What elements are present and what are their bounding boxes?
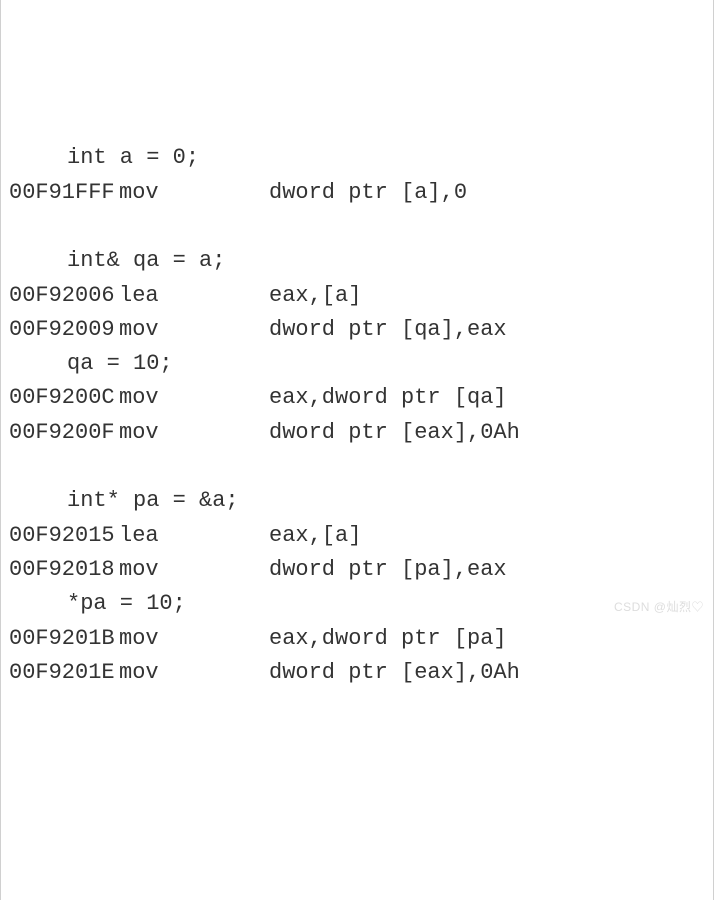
- address: 00F9200C: [9, 381, 119, 415]
- operands: dword ptr [eax],0Ah: [269, 660, 520, 685]
- operands: eax,[a]: [269, 523, 361, 548]
- code-line: 00F91FFFmovdword ptr [a],0: [9, 176, 705, 210]
- code-line: int* pa = &a;: [9, 484, 705, 518]
- address: 00F92006: [9, 279, 119, 313]
- operands: dword ptr [a],0: [269, 180, 467, 205]
- code-line: 00F92009movdword ptr [qa],eax: [9, 313, 705, 347]
- mnemonic: lea: [119, 519, 269, 553]
- code-line: *pa = 10;: [9, 587, 705, 621]
- address: 00F92018: [9, 553, 119, 587]
- code-line: 00F92018movdword ptr [pa],eax: [9, 553, 705, 587]
- address: 00F92009: [9, 313, 119, 347]
- mnemonic: mov: [119, 553, 269, 587]
- operands: eax,dword ptr [qa]: [269, 385, 507, 410]
- operands: dword ptr [qa],eax: [269, 317, 507, 342]
- source-text: int* pa = &a;: [67, 488, 239, 513]
- address: 00F9200F: [9, 416, 119, 450]
- mnemonic: mov: [119, 656, 269, 690]
- address: 00F91FFF: [9, 176, 119, 210]
- address: 00F9201E: [9, 656, 119, 690]
- code-line: 00F9200Fmovdword ptr [eax],0Ah: [9, 416, 705, 450]
- code-line: [9, 450, 705, 484]
- address: 00F92015: [9, 519, 119, 553]
- mnemonic: mov: [119, 313, 269, 347]
- code-line: 00F92015leaeax,[a]: [9, 519, 705, 553]
- code-line: 00F9200Cmoveax,dword ptr [qa]: [9, 381, 705, 415]
- mnemonic: mov: [119, 416, 269, 450]
- operands: dword ptr [eax],0Ah: [269, 420, 520, 445]
- operands: dword ptr [pa],eax: [269, 557, 507, 582]
- disassembly-listing: int a = 0;00F91FFFmovdword ptr [a],0 int…: [9, 141, 705, 690]
- mnemonic: mov: [119, 381, 269, 415]
- source-text: int a = 0;: [67, 145, 199, 170]
- operands: eax,[a]: [269, 283, 361, 308]
- code-line: [9, 210, 705, 244]
- mnemonic: mov: [119, 176, 269, 210]
- code-line: qa = 10;: [9, 347, 705, 381]
- source-text: *pa = 10;: [67, 591, 186, 616]
- code-line: int& qa = a;: [9, 244, 705, 278]
- operands: eax,dword ptr [pa]: [269, 626, 507, 651]
- code-line: 00F9201Emovdword ptr [eax],0Ah: [9, 656, 705, 690]
- mnemonic: lea: [119, 279, 269, 313]
- source-text: qa = 10;: [67, 351, 173, 376]
- code-line: 00F92006leaeax,[a]: [9, 279, 705, 313]
- watermark-text: CSDN @灿烈♡: [614, 598, 704, 617]
- source-text: int& qa = a;: [67, 248, 225, 273]
- code-line: int a = 0;: [9, 141, 705, 175]
